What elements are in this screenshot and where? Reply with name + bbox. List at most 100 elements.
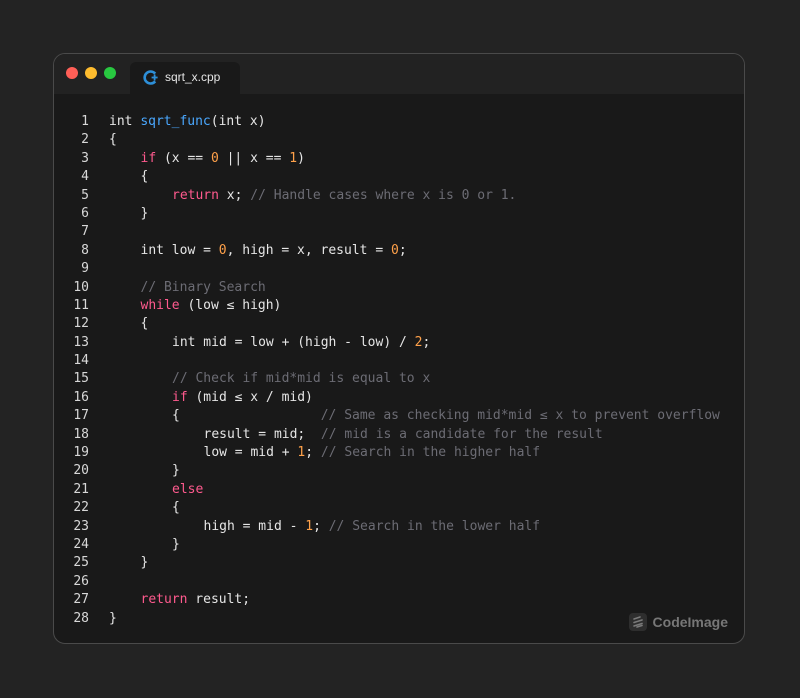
code-window: sqrt_x.cpp 1 int sqrt_func(int x) 2{3 if (x… <box>53 53 745 644</box>
code-line: 18 result = mid; // mid is a candidate fo… <box>54 426 744 444</box>
code-token: } <box>172 463 180 479</box>
code-token: x; <box>218 187 251 203</box>
code-keyword: if <box>140 150 157 166</box>
code-token: result = mid; <box>203 426 321 442</box>
line-number: 11 <box>73 297 89 313</box>
code-line: 17 { // Same as checking mid*mid ≤ x to p… <box>54 407 744 425</box>
code-line: 20} <box>54 462 744 480</box>
code-text[interactable]: while (low ≤ high) <box>141 297 282 315</box>
code-text[interactable]: } <box>109 610 117 628</box>
code-token: } <box>172 536 180 552</box>
code-number: 1 <box>289 150 298 166</box>
line-number: 6 <box>81 205 89 221</box>
code-token: (x == <box>156 150 211 166</box>
code-text[interactable]: { <box>109 131 117 149</box>
watermark-text: CodeImage <box>652 614 728 630</box>
code-token: int low = <box>140 242 219 258</box>
code-token: ; <box>313 518 329 534</box>
codeimage-logo-icon <box>628 613 647 631</box>
code-keyword: return <box>172 187 219 203</box>
line-number: 19 <box>73 445 89 461</box>
line-number: 8 <box>81 242 89 258</box>
code-function-name: sqrt_func <box>140 114 211 129</box>
code-comment: // Handle cases where x is 0 or 1. <box>250 187 517 203</box>
code-line: 16 if (mid ≤ x / mid) <box>54 389 744 407</box>
code-token: { <box>172 500 180 516</box>
line-number: 23 <box>73 518 89 534</box>
code-text[interactable]: low = mid + 1; // Search in the higher h… <box>204 444 541 462</box>
code-text[interactable]: } <box>141 554 149 572</box>
code-line: 24} <box>54 536 744 554</box>
code-text[interactable]: return result; <box>141 591 251 609</box>
code-token: } <box>140 555 149 571</box>
code-token: ) <box>297 150 305 166</box>
code-token: { <box>140 169 149 185</box>
code-line: 9 <box>54 260 744 278</box>
code-comment: // Search in the lower half <box>328 518 541 534</box>
code-text[interactable]: high = mid - 1; // Search in the lower h… <box>204 518 541 536</box>
line-number: 26 <box>73 573 89 589</box>
code-text[interactable]: // Check if mid*mid is equal to x <box>172 370 430 388</box>
code-text[interactable]: } <box>141 205 149 223</box>
code-line: 26 <box>54 573 744 591</box>
code-line: 5 return x; // Handle cases where x is 0 … <box>54 187 744 205</box>
code-text[interactable]: { <box>141 315 149 333</box>
code-line: 13 int mid = low + (high - low) / 2; <box>54 334 744 352</box>
code-keyword: return <box>140 592 188 608</box>
code-editor: 1 int sqrt_func(int x) 2{3 if (x == 0 || x … <box>54 113 744 628</box>
code-text[interactable]: } <box>172 462 180 480</box>
code-text[interactable]: { <box>141 168 149 186</box>
code-token: { <box>109 132 117 148</box>
codeimage-watermark: CodeImage <box>628 612 728 632</box>
line-number: 18 <box>73 426 89 442</box>
line-number: 16 <box>73 389 89 405</box>
code-keyword: if <box>172 389 188 405</box>
code-line: 27 return result; <box>54 591 744 609</box>
line-number: 13 <box>73 334 89 350</box>
code-text[interactable]: if (x == 0 || x == 1) <box>141 150 305 168</box>
line-number: 9 <box>81 261 89 277</box>
line-number: 2 <box>81 132 89 148</box>
code-line: 14 <box>54 352 744 370</box>
code-text[interactable]: // Binary Search <box>141 279 266 297</box>
file-tab[interactable]: sqrt_x.cpp <box>130 62 240 94</box>
code-line: 8 int low = 0, high = x, result = 0; <box>54 242 744 260</box>
code-token: result; <box>187 592 251 608</box>
code-line: 11 while (low ≤ high) <box>54 297 744 315</box>
code-text[interactable]: int low = 0, high = x, result = 0; <box>141 242 407 260</box>
close-window-button[interactable] <box>66 67 78 79</box>
code-text[interactable]: { // Same as checking mid*mid ≤ x to pre… <box>172 407 720 425</box>
code-line: 25} <box>54 554 744 572</box>
code-token: ; <box>422 334 431 350</box>
line-number: 14 <box>73 353 89 369</box>
code-text[interactable]: else <box>172 481 203 499</box>
code-text[interactable]: int mid = low + (high - low) / 2; <box>172 334 430 352</box>
code-token: , high = x, result = <box>226 242 391 258</box>
code-text[interactable]: return x; // Handle cases where x is 0 o… <box>172 187 516 205</box>
code-token: || x == <box>218 150 290 166</box>
line-number: 4 <box>81 169 89 185</box>
code-text[interactable]: } <box>172 536 180 554</box>
maximize-window-button[interactable] <box>104 67 116 79</box>
code-keyword: while <box>140 297 180 313</box>
code-number: 0 <box>390 242 399 258</box>
cpp-file-icon <box>143 70 158 85</box>
code-text[interactable]: result = mid; // mid is a candidate for … <box>204 426 603 444</box>
code-line: 15 // Check if mid*mid is equal to x <box>54 370 744 388</box>
line-number: 5 <box>81 187 89 203</box>
code-token: (mid ≤ x / mid) <box>187 389 313 405</box>
line-number: 21 <box>73 481 89 497</box>
code-line: 21 else <box>54 481 744 499</box>
code-token: int mid = low + (high - low) / <box>172 334 415 350</box>
code-comment: // Same as checking mid*mid ≤ x to preve… <box>320 408 720 424</box>
code-text[interactable]: { <box>172 499 180 517</box>
line-number: 25 <box>73 555 89 571</box>
code-text[interactable]: int sqrt_func(int x) <box>109 113 266 131</box>
code-token: (int x) <box>210 114 266 129</box>
code-keyword: else <box>172 481 204 497</box>
code-line: 12 { <box>54 315 744 333</box>
code-token: (low ≤ high) <box>179 297 282 313</box>
code-line: 22 { <box>54 499 744 517</box>
minimize-window-button[interactable] <box>85 67 97 79</box>
code-text[interactable]: if (mid ≤ x / mid) <box>172 389 313 407</box>
